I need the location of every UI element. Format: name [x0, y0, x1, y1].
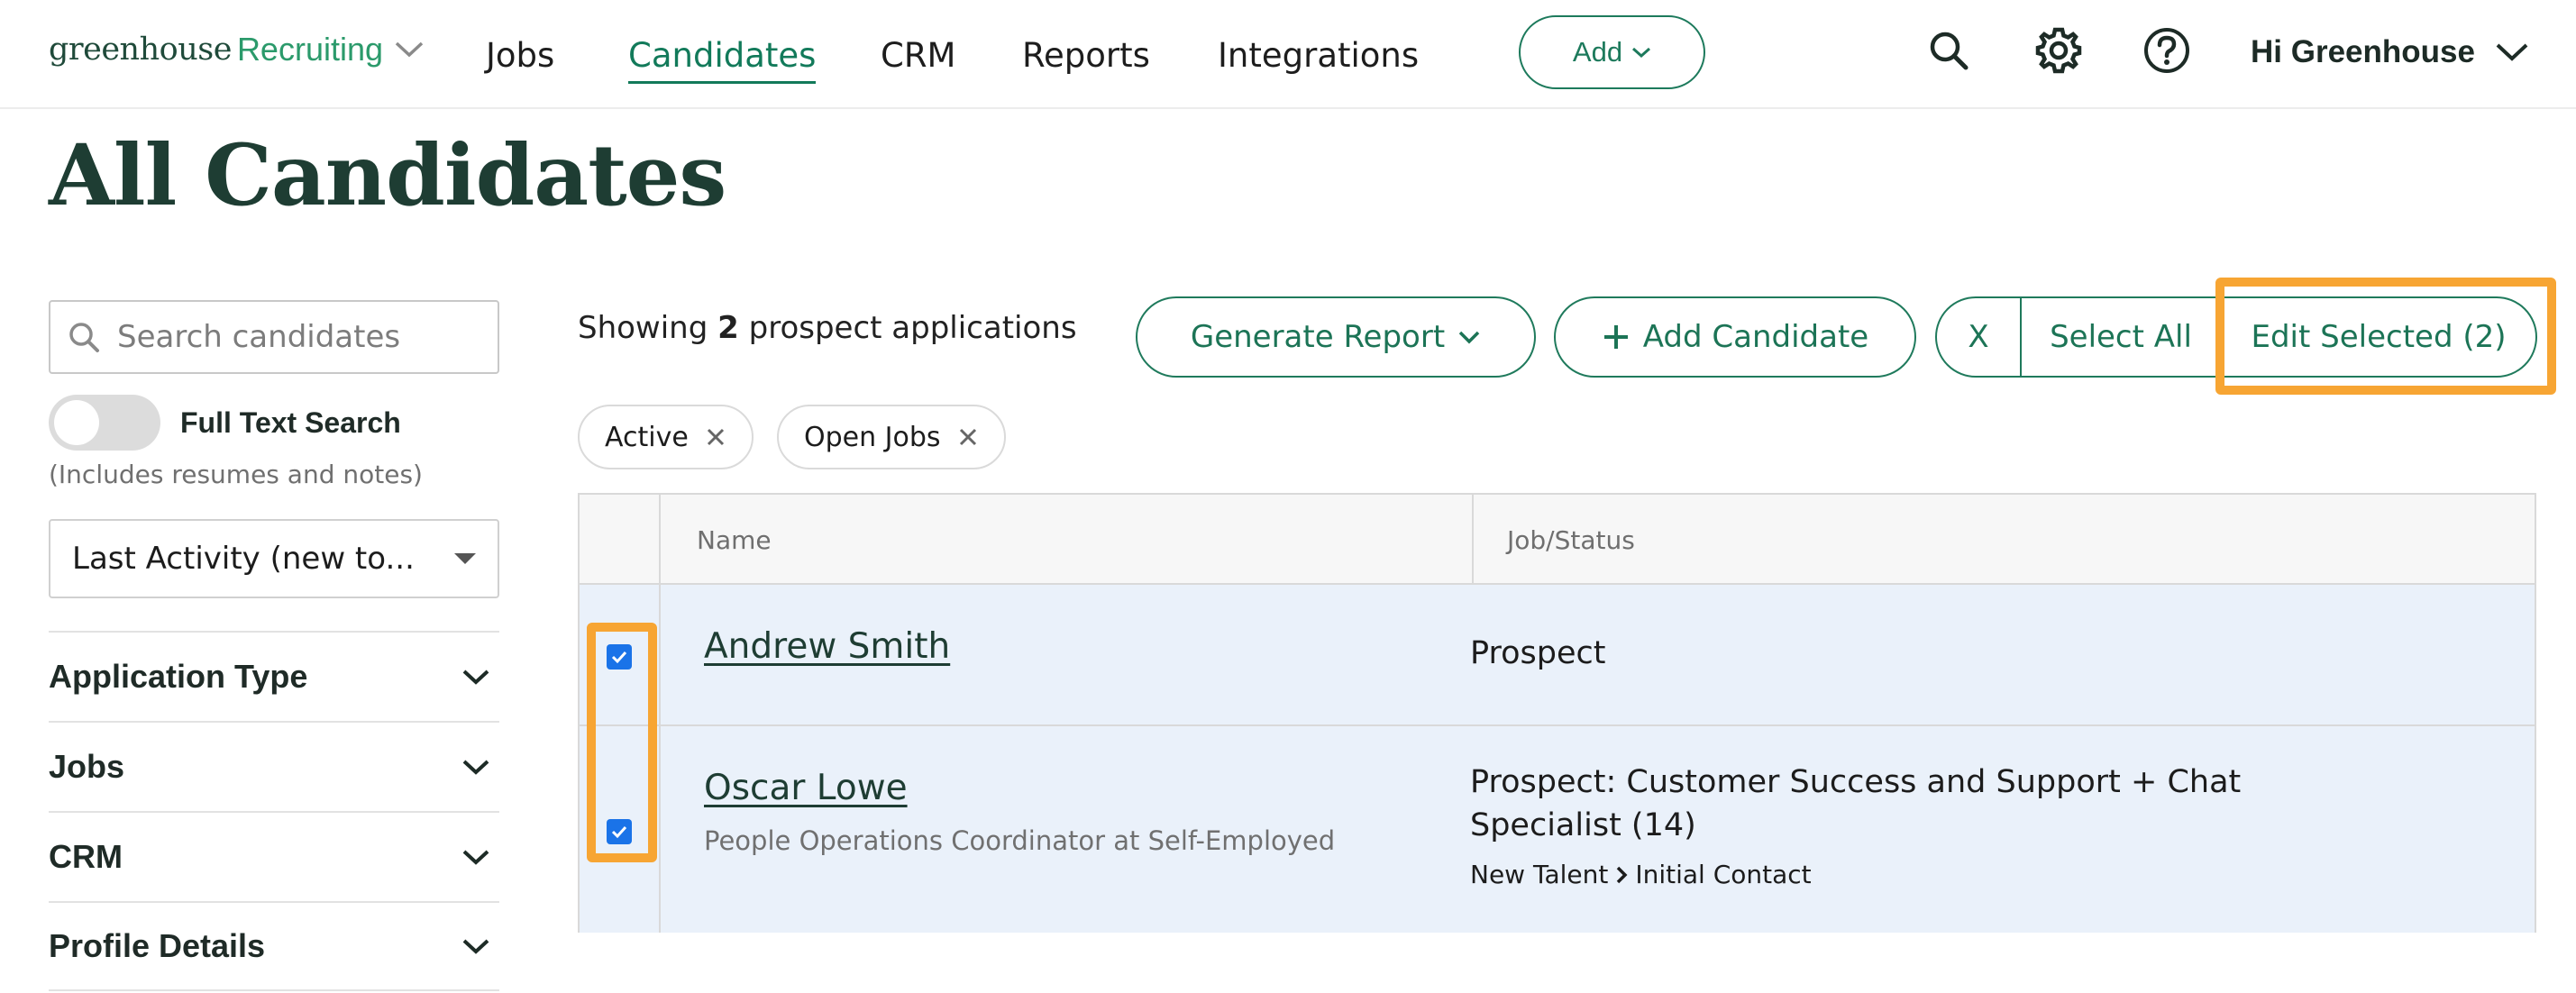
chevron-down-icon: [1632, 47, 1651, 59]
results-count-number: 2: [717, 310, 739, 346]
page-title: All Candidates: [49, 126, 726, 225]
candidate-name-link[interactable]: Oscar Lowe: [704, 768, 908, 808]
table-header: Name Job/Status: [580, 495, 2535, 585]
bulk-selection-controls: X Select All Edit Selected (2): [1935, 296, 2537, 378]
nav-link-reports[interactable]: Reports: [1022, 36, 1150, 75]
filter-section-label: Profile Details: [49, 927, 266, 964]
full-text-search-label: Full Text Search: [180, 405, 401, 439]
column-header-name[interactable]: Name: [697, 495, 772, 585]
chevron-down-icon: [2496, 43, 2528, 61]
plus-icon: [1603, 325, 1628, 349]
logo-product-name: Recruiting: [236, 31, 384, 68]
checkmark-icon: [611, 825, 627, 839]
column-divider: [1472, 495, 1474, 585]
generate-report-label: Generate Report: [1190, 319, 1446, 355]
candidate-subtitle: People Operations Coordinator at Self-Em…: [704, 825, 1336, 856]
add-button-label: Add: [1572, 36, 1623, 68]
toggle-knob: [54, 400, 99, 445]
clear-selection-button[interactable]: X: [1937, 298, 2020, 376]
column-divider: [659, 585, 661, 933]
filter-chip-label: Open Jobs: [804, 421, 941, 453]
search-icon[interactable]: [1923, 25, 1974, 76]
filter-section-jobs[interactable]: Jobs: [49, 721, 499, 811]
results-count-prefix: Showing: [578, 310, 708, 346]
candidates-table: Name Job/Status Andrew Smith Prospect Os…: [578, 493, 2536, 933]
filter-section-label: Application Type: [49, 658, 308, 695]
select-all-label: Select All: [2050, 319, 2192, 355]
sort-select[interactable]: Last Activity (new to...: [49, 519, 499, 598]
add-candidate-label: Add Candidate: [1642, 319, 1869, 355]
checkmark-icon: [611, 651, 627, 664]
gear-icon[interactable]: [2033, 25, 2084, 76]
chevron-down-icon: [462, 939, 489, 954]
filter-chip-open-jobs[interactable]: Open Jobs: [777, 405, 1006, 469]
filter-section-crm[interactable]: CRM: [49, 811, 499, 901]
edit-selected-label: Edit Selected (2): [2251, 319, 2507, 355]
full-text-search-row: Full Text Search: [49, 395, 401, 451]
search-candidates-field[interactable]: [49, 300, 499, 374]
add-button[interactable]: Add: [1519, 15, 1705, 89]
logo-wordmark: greenhouse: [49, 32, 232, 68]
chevron-down-icon: [1458, 331, 1480, 344]
pipeline-stage: New Talent Initial Contact: [1470, 860, 1812, 889]
filter-chip-label: Active: [605, 421, 689, 453]
caret-down-icon: [454, 553, 476, 564]
search-icon: [69, 323, 99, 352]
chevron-right-icon: [1617, 866, 1628, 883]
greenhouse-logo[interactable]: greenhouse Recruiting: [49, 31, 425, 68]
clear-selection-label: X: [1968, 319, 1989, 355]
nav-link-crm[interactable]: CRM: [881, 36, 955, 75]
full-text-search-hint: (Includes resumes and notes): [49, 460, 423, 489]
column-divider: [659, 495, 661, 585]
table-row[interactable]: Andrew Smith Prospect: [580, 585, 2535, 726]
stage-to: Initial Contact: [1635, 860, 1812, 889]
select-all-button[interactable]: Select All: [2020, 298, 2220, 376]
close-icon[interactable]: [705, 426, 726, 448]
nav-link-jobs[interactable]: Jobs: [486, 36, 554, 75]
nav-link-integrations[interactable]: Integrations: [1218, 36, 1419, 75]
results-count-suffix: prospect applications: [748, 310, 1077, 346]
results-count: Showing 2 prospect applications: [578, 310, 1077, 346]
table-row[interactable]: Oscar Lowe People Operations Coordinator…: [580, 726, 2535, 933]
job-status-text: Prospect: Customer Success and Support +…: [1470, 764, 2242, 800]
column-header-job-status[interactable]: Job/Status: [1507, 495, 1635, 585]
job-status-text-line2: Specialist (14): [1470, 807, 1696, 843]
filter-section-application-type[interactable]: Application Type: [49, 631, 499, 721]
candidate-name-link[interactable]: Andrew Smith: [704, 626, 950, 667]
filter-chip-active[interactable]: Active: [578, 405, 754, 469]
filter-section-profile-details[interactable]: Profile Details: [49, 901, 499, 991]
chevron-down-icon: [462, 850, 489, 865]
chevron-down-icon: [462, 760, 489, 775]
help-icon[interactable]: [2142, 25, 2192, 76]
add-candidate-button[interactable]: Add Candidate: [1554, 296, 1916, 378]
job-status-text: Prospect: [1470, 635, 1606, 671]
filter-section-label: CRM: [49, 838, 123, 875]
edit-selected-button[interactable]: Edit Selected (2): [2220, 298, 2535, 376]
close-icon[interactable]: [957, 426, 979, 448]
search-candidates-input[interactable]: [117, 319, 460, 355]
user-greeting: Hi Greenhouse: [2251, 34, 2475, 69]
chevron-down-icon: [462, 670, 489, 685]
row-checkbox[interactable]: [607, 644, 632, 670]
sort-select-value: Last Activity (new to...: [72, 541, 415, 577]
user-menu[interactable]: Hi Greenhouse: [2251, 34, 2529, 70]
full-text-search-toggle[interactable]: [49, 395, 160, 451]
chevron-down-icon[interactable]: [394, 40, 425, 59]
top-navigation-bar: greenhouse Recruiting Jobs Candidates CR…: [0, 0, 2576, 109]
stage-from: New Talent: [1470, 860, 1609, 889]
nav-link-candidates[interactable]: Candidates: [628, 36, 817, 84]
generate-report-button[interactable]: Generate Report: [1136, 296, 1536, 378]
filter-section-label: Jobs: [49, 748, 125, 785]
row-checkbox[interactable]: [607, 819, 632, 844]
